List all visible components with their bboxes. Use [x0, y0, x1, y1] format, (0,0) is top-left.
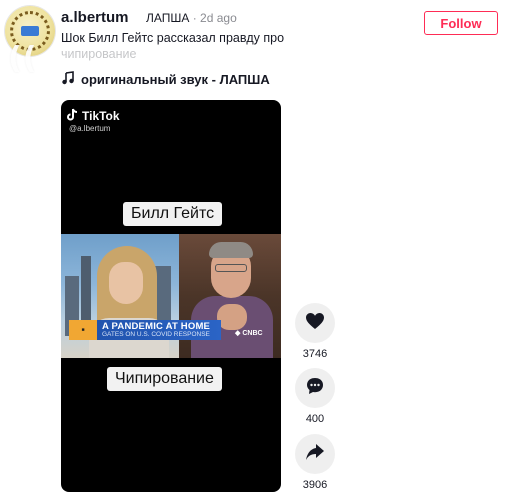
video-frame: ■ A PANDEMIC AT HOME GATES ON U.S. COVID… [61, 234, 281, 358]
comment-button[interactable] [295, 368, 335, 408]
video-handle: @a.lbertum [69, 124, 111, 133]
comment-icon [305, 376, 325, 401]
heart-icon [305, 312, 325, 335]
guest-glasses [215, 264, 247, 272]
show-badge: ■ [69, 320, 97, 340]
tiktok-logo: TikTok [67, 108, 120, 124]
music-link[interactable]: оригинальный звук - ЛАПША [61, 71, 270, 88]
tiktok-note-icon [67, 108, 79, 124]
video-player[interactable]: TikTok @a.lbertum Билл Гейтс ■ A PANDEMI… [61, 100, 281, 492]
lower-third-subtitle: GATES ON U.S. COVID RESPONSE [102, 331, 210, 338]
guest-hair [209, 242, 253, 258]
music-note-icon [61, 71, 75, 88]
avatar[interactable] [5, 6, 55, 56]
post-age: 2d ago [200, 11, 237, 25]
share-button[interactable] [295, 434, 335, 474]
share-arrow-icon [305, 443, 325, 466]
share-count: 3906 [302, 479, 328, 491]
like-button[interactable] [295, 303, 335, 343]
news-lower-third: ■ A PANDEMIC AT HOME GATES ON U.S. COVID… [69, 320, 221, 340]
interviewer-face [109, 262, 143, 304]
video-caption-top: Билл Гейтс [123, 202, 223, 226]
like-count: 3746 [302, 348, 328, 360]
follow-button[interactable]: Follow [424, 11, 498, 35]
avatar-ring-decoration [10, 11, 50, 51]
tiktok-brand: TikTok [82, 109, 120, 123]
nickname[interactable]: ЛАПША [146, 11, 189, 25]
post-description: Шок Билл Гейтс рассказал правду про чипи… [61, 31, 285, 61]
network-name: CNBC [242, 330, 263, 337]
separator: · [189, 11, 201, 25]
network-logo: ◆ CNBC [235, 329, 263, 337]
username[interactable]: a.lbertum [61, 9, 129, 26]
avatar-emblem [21, 26, 39, 36]
comment-count: 400 [305, 413, 325, 425]
video-caption-bottom: Чипирование [107, 367, 222, 391]
music-title: оригинальный звук - ЛАПША [81, 72, 270, 87]
guest-hands [217, 304, 247, 330]
nickname-line: ЛАПША · 2d ago [146, 11, 237, 25]
